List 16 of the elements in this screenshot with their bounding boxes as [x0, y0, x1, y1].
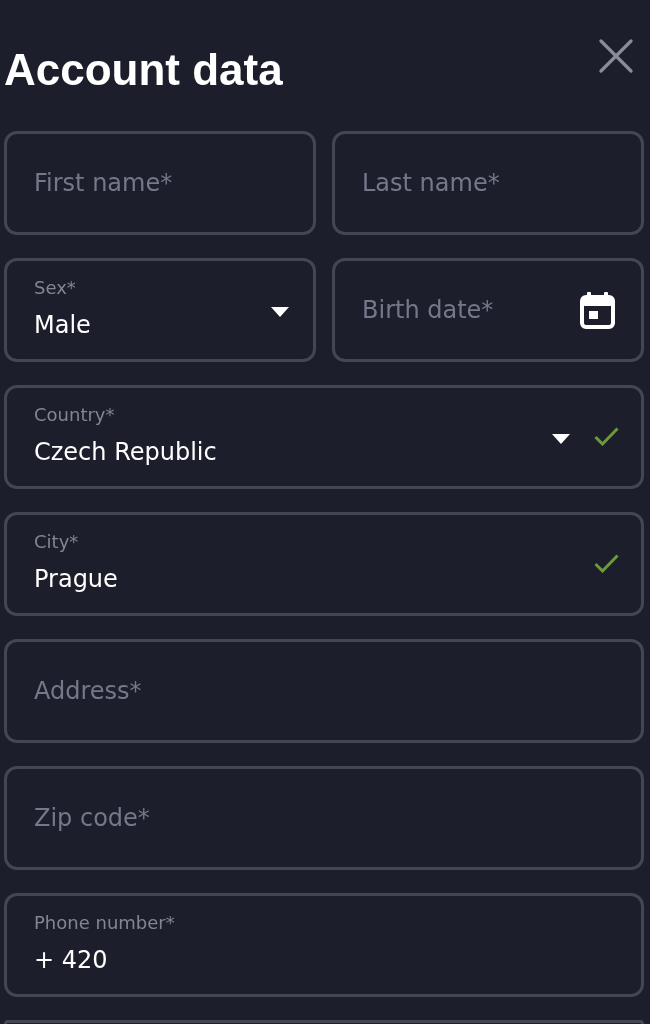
close-button[interactable]: [599, 39, 633, 73]
text-field[interactable]: City* Prague: [4, 512, 644, 616]
dialog-title: Account data: [4, 44, 283, 96]
dropdown-field[interactable]: Sex* Male: [4, 258, 316, 362]
caret-icon: [271, 307, 289, 317]
caret-icon: [552, 434, 570, 444]
date-field[interactable]: Birth date*: [332, 258, 644, 362]
text-field[interactable]: First name*: [4, 131, 316, 235]
close-icon: [599, 39, 633, 73]
dropdown-field[interactable]: Country* Czech Republic: [4, 385, 644, 489]
text-field[interactable]: Last name*: [332, 131, 644, 235]
calendar-icon: [580, 291, 615, 329]
text-field[interactable]: Phone number* + 420: [4, 893, 644, 997]
input-field[interactable]: [4, 1020, 644, 1024]
text-field[interactable]: Address*: [4, 639, 644, 743]
text-field[interactable]: Zip code*: [4, 766, 644, 870]
